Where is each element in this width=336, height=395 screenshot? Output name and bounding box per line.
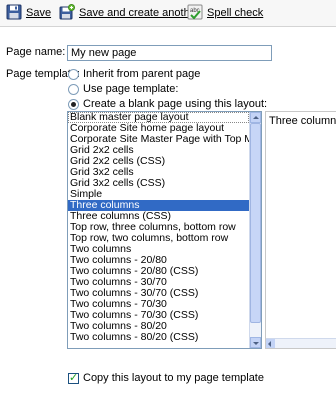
save-and-create-another-label: Save and create another <box>79 6 200 19</box>
spell-check-button[interactable]: abc Spell check <box>187 4 263 21</box>
layout-option[interactable]: Two columns - 20/80 (CSS) <box>68 266 249 277</box>
radio-label: Create a blank page using this layout: <box>83 98 268 110</box>
layout-option[interactable]: Top row, two columns, bottom row <box>68 233 249 244</box>
scrollbar-thumb[interactable] <box>250 123 261 323</box>
copy-layout-checkbox[interactable] <box>68 371 79 384</box>
layout-option[interactable]: Top row, three columns, bottom row <box>68 222 249 233</box>
radio-use-page-template[interactable]: Use page template: <box>68 83 178 95</box>
layout-option[interactable]: Grid 2x2 cells (CSS) <box>68 156 249 167</box>
save-button[interactable]: Save <box>6 4 51 21</box>
radio-button[interactable] <box>68 83 79 95</box>
layout-option[interactable]: Corporate Site home page layout <box>68 123 249 134</box>
layout-option[interactable]: Simple <box>68 189 249 200</box>
save-new-icon <box>59 4 76 21</box>
layout-option[interactable]: Two columns - 20/80 <box>68 255 249 266</box>
layout-option[interactable]: Two columns - 80/20 <box>68 321 249 332</box>
layout-option[interactable]: Three columns <box>68 200 249 211</box>
layout-option[interactable]: Two columns - 30/70 (CSS) <box>68 288 249 299</box>
layout-list-scrollbar[interactable] <box>249 112 261 348</box>
layout-preview-text: Three columns w <box>269 115 336 127</box>
radio-create-blank-page[interactable]: Create a blank page using this layout: <box>68 98 267 110</box>
layout-option[interactable]: Two columns - 80/20 (CSS) <box>68 332 249 343</box>
save-and-create-another-button[interactable]: Save and create another <box>59 4 199 21</box>
layout-listbox[interactable]: Blank master page layout Corporate Site h… <box>67 111 262 349</box>
radio-label: Inherit from parent page <box>83 68 201 80</box>
layout-option[interactable]: Grid 3x2 cells <box>68 167 249 178</box>
layout-option[interactable]: Two columns - 30/70 <box>68 277 249 288</box>
layout-option[interactable]: Grid 3x2 cells (CSS) <box>68 178 249 189</box>
layout-option[interactable]: Two columns - 70/30 (CSS) <box>68 310 249 321</box>
spell-check-label: Spell check <box>207 6 264 19</box>
layout-option[interactable]: Two columns - 70/30 <box>68 299 249 310</box>
floppy-disk-icon <box>6 4 23 21</box>
copy-layout-label: Copy this layout to my page template <box>83 372 264 384</box>
radio-inherit-from-parent[interactable]: Inherit from parent page <box>68 68 200 80</box>
spell-check-icon: abc <box>187 4 204 21</box>
save-label: Save <box>26 6 52 19</box>
scroll-down-arrow-icon[interactable] <box>250 337 261 348</box>
layout-list: Blank master page layout Corporate Site h… <box>68 112 249 343</box>
layout-option[interactable]: Grid 2x2 cells <box>68 145 249 156</box>
toolbar: Save Save and create another abc Spell c… <box>0 0 336 27</box>
radio-label: Use page template: <box>83 83 179 95</box>
page-name-label: Page name: <box>6 46 66 58</box>
layout-option[interactable]: Two columns <box>68 244 249 255</box>
layout-option[interactable]: Blank master page layout <box>68 112 249 123</box>
layout-option[interactable]: Corporate Site Master Page with Top Menu <box>68 134 249 145</box>
page-name-input[interactable] <box>67 45 272 61</box>
radio-button[interactable] <box>68 98 79 110</box>
preview-horizontal-scrollbar[interactable] <box>266 338 336 348</box>
layout-option[interactable]: Three columns (CSS) <box>68 211 249 222</box>
radio-button[interactable] <box>68 68 79 80</box>
layout-preview-panel: Three columns w <box>265 111 336 349</box>
scroll-left-arrow-icon[interactable] <box>266 339 275 348</box>
scroll-up-arrow-icon[interactable] <box>250 112 261 123</box>
copy-layout-checkbox-row[interactable]: Copy this layout to my page template <box>68 371 264 384</box>
